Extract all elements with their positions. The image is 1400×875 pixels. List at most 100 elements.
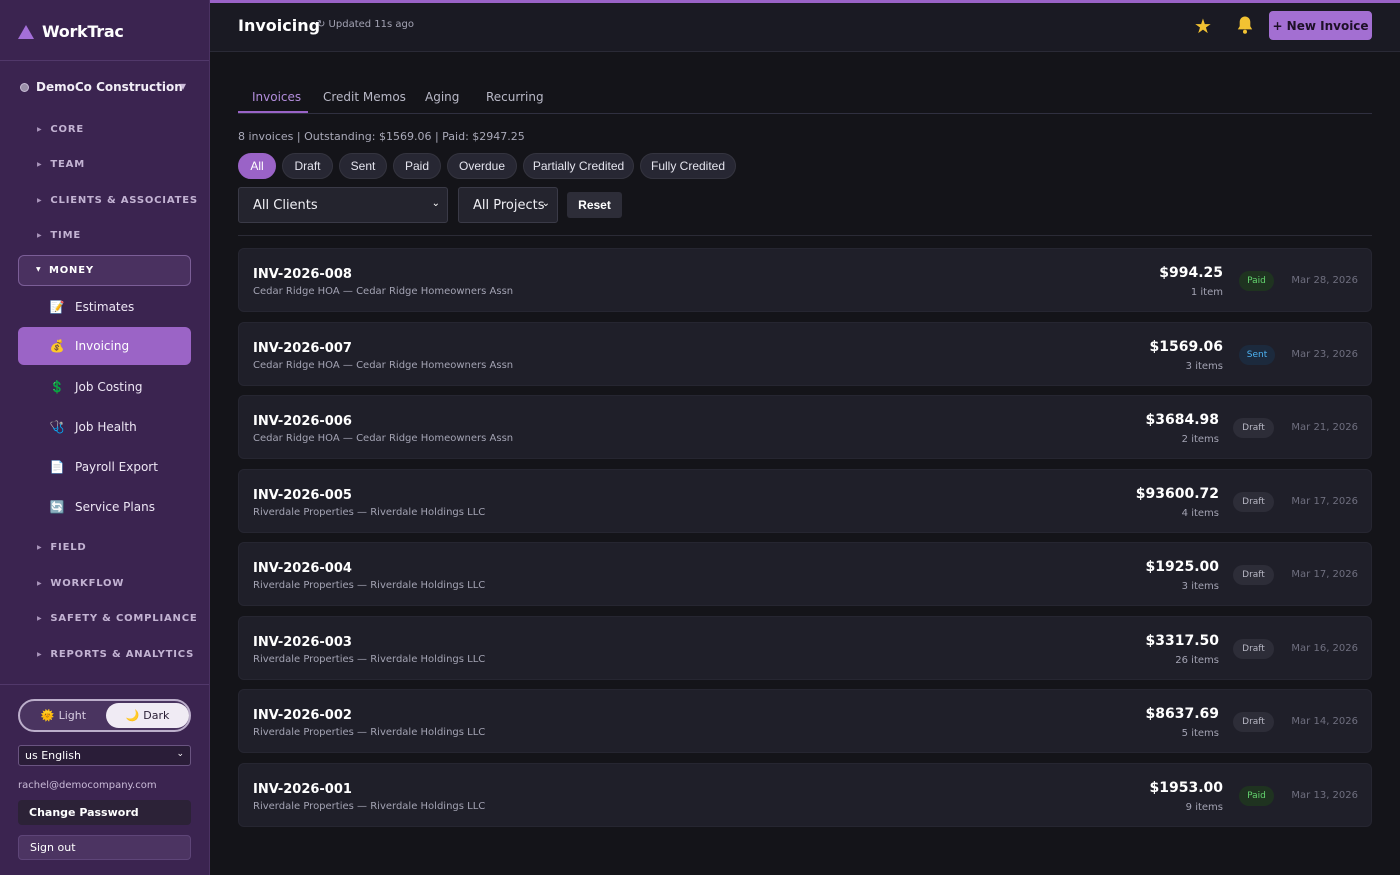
chevron-right-icon: ▶ [37,615,43,622]
filter-chip-draft[interactable]: Draft [282,153,333,179]
tab-credit-memos[interactable]: Credit Memos [323,90,406,104]
tab-recurring[interactable]: Recurring [486,90,544,104]
nav-section-label: TIME [50,230,81,241]
invoice-item-count: 5 items [1181,728,1219,739]
invoice-date: Mar 23, 2026 [1291,349,1358,360]
filter-chip-paid[interactable]: Paid [393,153,441,179]
theme-light-option[interactable]: 🌞 Light [22,703,105,728]
new-invoice-button[interactable]: + New Invoice [1269,11,1372,40]
nav-section-label: SAFETY & COMPLIANCE [50,613,198,624]
page-title: Invoicing [238,16,321,35]
filter-chip-partially-credited[interactable]: Partially Credited [523,153,634,179]
filter-chip-sent[interactable]: Sent [339,153,387,179]
invoice-amount: $8637.69 [1145,706,1219,722]
nav-section-money[interactable]: ▼ MONEY [18,255,191,286]
nav-section-clients[interactable]: ▶ CLIENTS & ASSOCIATES [37,195,198,206]
invoice-summary: 8 invoices | Outstanding: $1569.06 | Pai… [238,130,525,143]
tab-aging[interactable]: Aging [425,90,459,104]
user-email: rachel@democompany.com [18,780,157,791]
status-badge: Paid [1239,271,1274,291]
invoice-row[interactable]: INV-2026-003 Riverdale Properties — Rive… [238,616,1372,680]
status-badge: Draft [1233,712,1274,732]
invoice-row[interactable]: INV-2026-002 Riverdale Properties — Rive… [238,689,1372,753]
sidebar-item-service-plans[interactable]: 🔄 Service Plans [18,488,191,526]
sidebar-item-job-costing[interactable]: 💲 Job Costing [18,368,191,406]
invoice-row[interactable]: INV-2026-005 Riverdale Properties — Rive… [238,469,1372,533]
nav-section-workflow[interactable]: ▶ WORKFLOW [37,578,124,589]
chevron-right-icon: ▶ [37,126,43,133]
theme-dark-option[interactable]: 🌙 Dark [106,703,189,728]
divider [238,235,1372,236]
sidebar-item-label: Payroll Export [75,460,158,474]
invoice-number: INV-2026-002 [253,708,352,723]
sidebar-item-label: Job Costing [75,380,143,394]
bell-icon[interactable] [1236,15,1254,35]
invoice-number: INV-2026-005 [253,488,352,503]
nav-section-label: CLIENTS & ASSOCIATES [50,195,198,206]
status-badge: Sent [1239,345,1275,365]
language-select[interactable]: us English ⌄ [18,745,191,766]
nav-section-label: REPORTS & ANALYTICS [50,649,195,660]
money-bag-icon: 💰 [49,339,65,353]
sidebar-item-estimates[interactable]: 📝 Estimates [18,288,191,326]
client-filter-select[interactable]: All Clients ⌄ [238,187,448,223]
invoice-client: Riverdale Properties — Riverdale Holding… [253,507,486,518]
star-icon[interactable]: ★ [1194,16,1212,36]
filter-chip-overdue[interactable]: Overdue [447,153,517,179]
nav-section-safety[interactable]: ▶ SAFETY & COMPLIANCE [37,613,197,624]
sidebar-item-invoicing[interactable]: 💰 Invoicing [18,327,191,365]
chevron-right-icon: ▶ [37,197,43,204]
tab-invoices[interactable]: Invoices [252,90,301,104]
invoice-amount: $1925.00 [1145,559,1219,575]
filter-chip-fully-credited[interactable]: Fully Credited [640,153,736,179]
nav-section-label: MONEY [49,265,94,276]
active-tab-indicator [238,111,308,113]
nav-section-time[interactable]: ▶ TIME [37,230,81,241]
invoice-date: Mar 17, 2026 [1291,496,1358,507]
memo-icon: 📝 [49,300,65,314]
chevron-down-icon: ⌄ [176,749,184,759]
sign-out-button[interactable]: Sign out [18,835,191,860]
invoice-date: Mar 14, 2026 [1291,716,1358,727]
invoice-row[interactable]: INV-2026-001 Riverdale Properties — Rive… [238,763,1372,827]
sidebar-item-payroll-export[interactable]: 📄 Payroll Export [18,448,191,486]
nav-section-team[interactable]: ▶ TEAM [37,159,85,170]
chevron-down-icon: ▼ [36,266,41,273]
brand[interactable]: WorkTrac [18,22,124,41]
invoice-date: Mar 13, 2026 [1291,790,1358,801]
invoice-amount: $93600.72 [1135,486,1219,502]
invoice-row[interactable]: INV-2026-007 Cedar Ridge HOA — Cedar Rid… [238,322,1372,386]
org-switcher[interactable]: DemoCo Construction ▼ [20,80,190,94]
chevron-right-icon: ▶ [37,580,43,587]
chevron-down-icon: ⌄ [431,198,440,209]
invoice-row[interactable]: INV-2026-008 Cedar Ridge HOA — Cedar Rid… [238,248,1372,312]
invoice-number: INV-2026-003 [253,635,352,650]
chevron-right-icon: ▶ [37,232,43,239]
nav-section-core[interactable]: ▶ CORE [37,124,84,135]
document-icon: 📄 [49,460,65,474]
reset-filters-button[interactable]: Reset [567,192,622,218]
nav-section-reports[interactable]: ▶ REPORTS & ANALYTICS [37,649,194,660]
change-password-button[interactable]: Change Password [18,800,191,825]
theme-light-label: Light [58,709,87,722]
chevron-right-icon: ▶ [37,651,43,658]
status-badge: Draft [1233,418,1274,438]
tab-bar: Invoices Credit Memos Aging Recurring [238,86,1372,114]
invoice-date: Mar 16, 2026 [1291,643,1358,654]
nav-section-label: FIELD [50,542,87,553]
project-filter-select[interactable]: All Projects ⌄ [458,187,558,223]
sidebar-item-job-health[interactable]: 🩺 Job Health [18,408,191,446]
topbar: Invoicing ↻ Updated 11s ago ★ + New Invo… [210,3,1400,52]
invoice-row[interactable]: INV-2026-004 Riverdale Properties — Rive… [238,542,1372,606]
org-icon [20,82,29,92]
filter-chip-all[interactable]: All [238,153,276,179]
invoice-row[interactable]: INV-2026-006 Cedar Ridge HOA — Cedar Rid… [238,395,1372,459]
theme-toggle[interactable]: 🌞 Light 🌙 Dark [18,699,191,732]
divider [0,60,209,61]
sun-icon: 🌞 [40,709,55,722]
invoice-amount: $1953.00 [1149,780,1223,796]
invoice-item-count: 4 items [1181,508,1219,519]
moon-icon: 🌙 [125,709,140,722]
org-name: DemoCo Construction [36,80,183,94]
nav-section-field[interactable]: ▶ FIELD [37,542,86,553]
